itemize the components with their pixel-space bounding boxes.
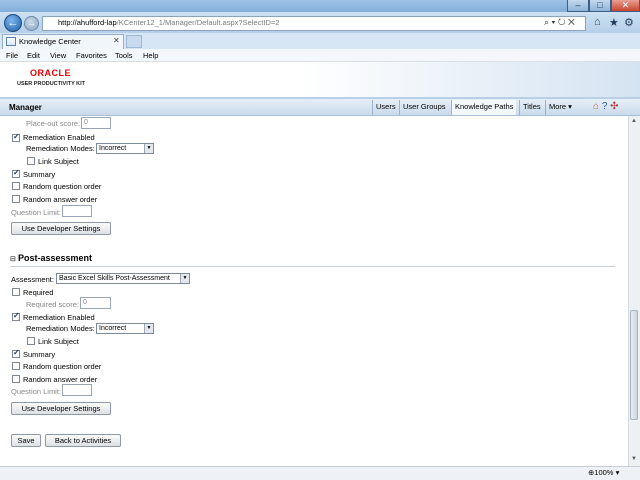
post-assessment-title: Post-assessment	[18, 253, 93, 263]
menu-favorites[interactable]: Favorites	[76, 51, 107, 60]
chevron-down-icon: ▼	[144, 324, 153, 333]
collapse-icon[interactable]: ⊟	[10, 255, 16, 263]
post-random-question-label: Random question order	[23, 362, 102, 371]
tab-users[interactable]: Users	[372, 100, 399, 115]
post-question-limit-label: Question Limit:	[11, 387, 62, 396]
post-modes-select[interactable]: Incorrect ▼	[96, 323, 154, 334]
post-link-subject-label: Link Subject	[38, 337, 79, 346]
chevron-down-icon: ▼	[180, 274, 189, 283]
tools-icon: ✣	[610, 101, 619, 112]
assessment-label: Assessment:	[11, 275, 54, 284]
pre-random-answer-checkbox[interactable]	[12, 195, 20, 203]
header-gradient	[300, 62, 640, 98]
pre-summary-checkbox[interactable]	[12, 168, 20, 178]
manager-bar	[0, 99, 640, 116]
menu-file[interactable]: File	[6, 51, 18, 60]
pre-link-subject-label: Link Subject	[38, 157, 79, 166]
section-divider	[10, 266, 615, 267]
scroll-thumb[interactable]	[630, 310, 638, 420]
pre-link-subject-checkbox[interactable]	[27, 157, 35, 165]
menu-view[interactable]: View	[50, 51, 66, 60]
manager-title: Manager	[9, 103, 42, 112]
post-random-question-checkbox[interactable]	[12, 362, 20, 370]
post-question-limit-input[interactable]	[62, 384, 92, 396]
post-summary-checkbox[interactable]	[12, 348, 20, 358]
pre-modes-select[interactable]: Incorrect ▼	[96, 143, 154, 154]
pre-remediation-label: Remediation Enabled	[23, 133, 95, 142]
chevron-down-icon: ▼	[144, 144, 153, 153]
pre-random-question-label: Random question order	[23, 182, 102, 191]
upk-logo-subtitle: USER PRODUCTIVITY KIT	[17, 81, 86, 87]
address-actions[interactable]: ⌕ ▾ ↻ ✕	[544, 17, 575, 28]
pre-use-developer-settings-button[interactable]: Use Developer Settings	[11, 222, 111, 235]
forward-button[interactable]: →	[24, 16, 39, 31]
minimize-button[interactable]: –	[567, 0, 589, 12]
back-to-activities-button[interactable]: Back to Activities	[45, 434, 121, 447]
home-icon[interactable]: ⌂	[594, 16, 601, 28]
menu-edit[interactable]: Edit	[27, 51, 40, 60]
required-label: Required	[23, 288, 54, 297]
tab-knowledge-paths[interactable]: Knowledge Paths	[451, 100, 517, 115]
close-window-button[interactable]: ✕	[611, 0, 640, 12]
back-button[interactable]: ←	[4, 14, 22, 32]
tab-more[interactable]: More ▾	[545, 100, 575, 115]
scroll-up-icon[interactable]: ▲	[630, 118, 638, 124]
placeout-score-input[interactable]: 0	[81, 117, 111, 129]
post-link-subject-checkbox[interactable]	[27, 337, 35, 345]
post-summary-label: Summary	[23, 350, 56, 359]
stop-icon: ✕	[567, 17, 575, 27]
post-remediation-label: Remediation Enabled	[23, 313, 95, 322]
required-score-label: Required score:	[26, 300, 79, 309]
menu-tools[interactable]: Tools	[115, 51, 133, 60]
tab-close-icon[interactable]: ✕	[113, 36, 120, 45]
pre-modes-label: Remediation Modes:	[26, 144, 95, 153]
favorites-star-icon[interactable]: ★	[609, 16, 619, 29]
status-bar	[0, 466, 640, 480]
pre-random-question-checkbox[interactable]	[12, 182, 20, 190]
required-score-input[interactable]: 0	[80, 297, 111, 309]
maximize-button[interactable]: □	[589, 0, 611, 12]
url-text: http://ahufford-lap/KCenter12_1/Manager/…	[58, 18, 280, 27]
zoom-control[interactable]: ⊕100% ▾	[588, 468, 619, 477]
pre-random-answer-label: Random answer order	[23, 195, 98, 204]
scroll-down-icon[interactable]: ▼	[630, 456, 638, 462]
tab-title: Knowledge Center	[19, 37, 81, 46]
page-favicon-icon	[6, 37, 16, 46]
oracle-logo: ORACLE	[30, 68, 71, 78]
refresh-icon: ↻	[557, 17, 566, 27]
post-random-answer-label: Random answer order	[23, 375, 98, 384]
pre-summary-label: Summary	[23, 170, 56, 179]
post-modes-label: Remediation Modes:	[26, 324, 95, 333]
search-icon: ⌕	[544, 17, 550, 27]
save-button[interactable]: Save	[11, 434, 41, 447]
post-random-answer-checkbox[interactable]	[12, 375, 20, 383]
menu-help[interactable]: Help	[143, 51, 158, 60]
post-remediation-checkbox[interactable]	[12, 311, 20, 321]
tab-user-groups[interactable]: User Groups	[399, 100, 449, 115]
placeout-score-label: Place-out score:	[26, 119, 81, 128]
utility-icons[interactable]: ⌂ ? ✣	[593, 101, 619, 112]
pre-question-limit-input[interactable]	[62, 205, 92, 217]
pre-remediation-checkbox[interactable]	[12, 132, 20, 142]
help-icon: ?	[601, 101, 608, 112]
required-checkbox[interactable]	[12, 288, 20, 296]
pre-question-limit-label: Question Limit:	[11, 208, 62, 217]
post-use-developer-settings-button[interactable]: Use Developer Settings	[11, 402, 111, 415]
assessment-select[interactable]: Basic Excel Skills Post-Assessment ▼	[56, 273, 190, 284]
gear-icon[interactable]: ⚙	[624, 16, 634, 29]
home-icon: ⌂	[593, 101, 600, 112]
new-tab-button[interactable]	[126, 35, 142, 48]
tab-titles[interactable]: Titles	[519, 100, 544, 115]
